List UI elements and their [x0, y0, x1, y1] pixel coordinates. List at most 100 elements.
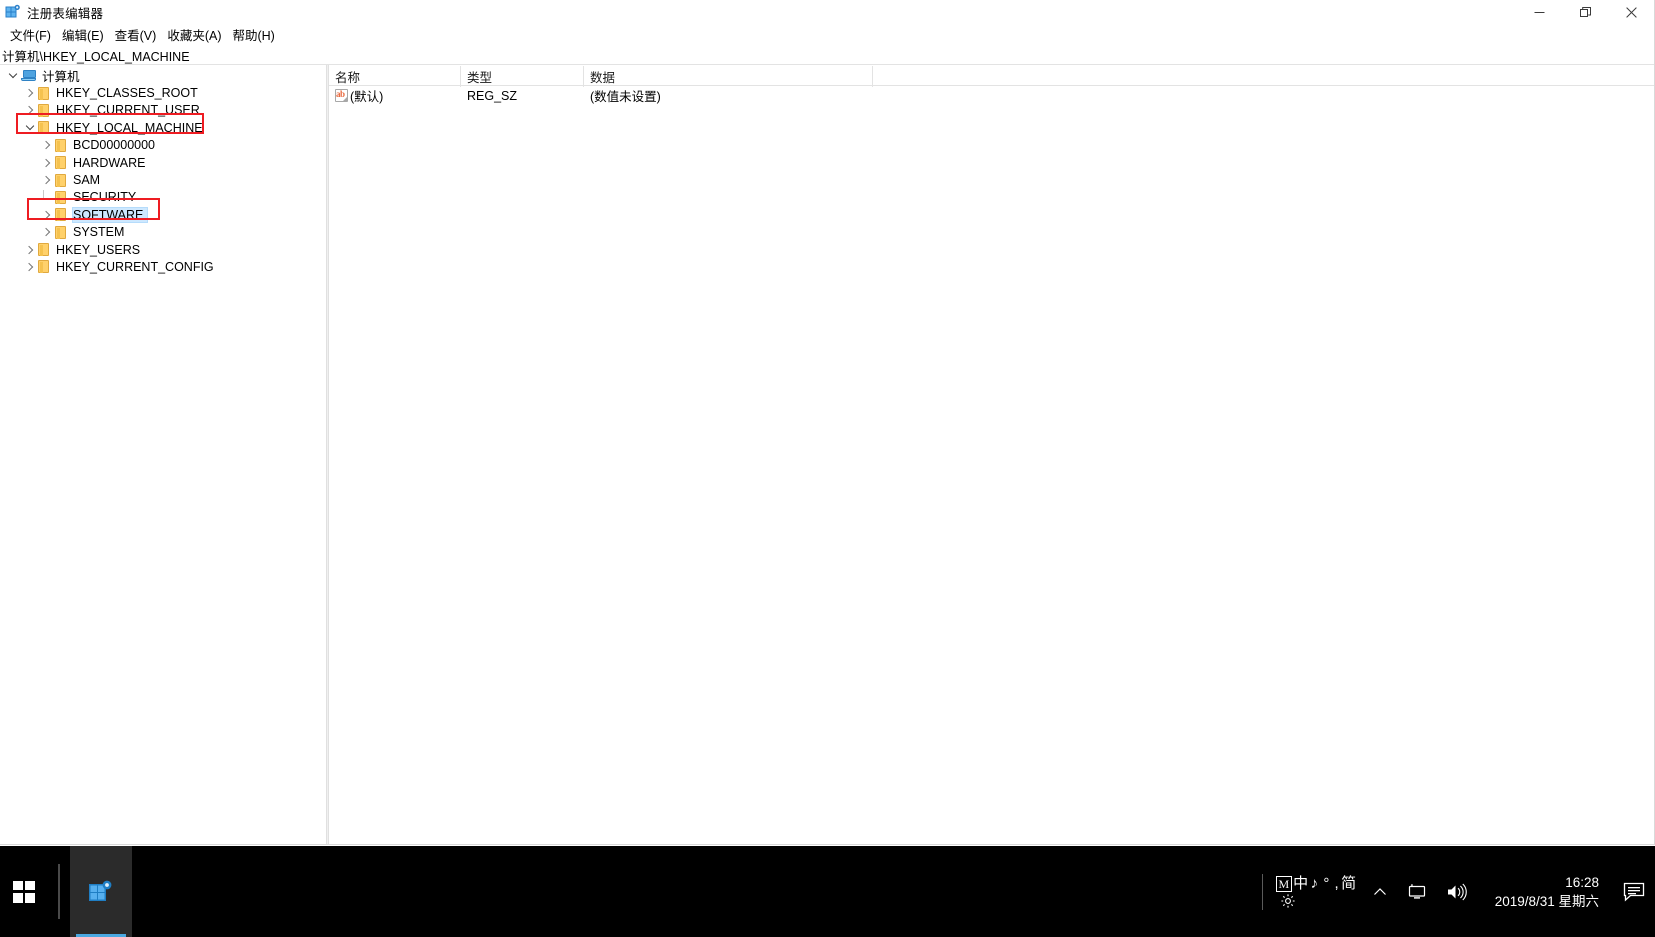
tree-item-label: HKEY_LOCAL_MACHINE: [56, 120, 203, 135]
network-icon[interactable]: [1399, 846, 1437, 937]
tree-item-hardware[interactable]: HARDWARE: [0, 154, 326, 171]
menu-favorites[interactable]: 收藏夹(A): [162, 23, 227, 47]
computer-icon: [21, 69, 37, 82]
tree-item-hkey-local-machine[interactable]: HKEY_LOCAL_MACHINE: [0, 119, 326, 136]
registry-editor-window: 注册表编辑器 文件(F) 编辑(E) 查看(V) 收藏夹(A) 帮助(H) 计算…: [0, 0, 1655, 845]
menu-bar: 文件(F) 编辑(E) 查看(V) 收藏夹(A) 帮助(H): [0, 24, 1654, 46]
column-header-data[interactable]: 数据: [584, 66, 873, 87]
registry-key-tree[interactable]: 计算机 HKEY_CLASSES_ROOT HKEY_CURRENT_USER …: [0, 65, 326, 844]
taskbar-divider: [58, 864, 60, 919]
taskbar-empty-area: [132, 846, 1253, 937]
value-name-text: (默认): [350, 90, 384, 104]
chevron-down-icon[interactable]: [5, 74, 21, 77]
volume-icon[interactable]: [1437, 846, 1477, 937]
taskbar-regedit[interactable]: [70, 846, 132, 937]
menu-view[interactable]: 查看(V): [110, 23, 163, 47]
registry-values-list[interactable]: 名称 类型 数据 ab (默认) REG_SZ (数值未设置): [329, 65, 1654, 844]
tree-item-label: HKEY_CLASSES_ROOT: [56, 86, 198, 101]
tree-item-software[interactable]: SOFTWARE: [0, 206, 326, 223]
tree-item-security[interactable]: SECURITY: [0, 189, 326, 206]
clock[interactable]: 16:28 2019/8/31 星期六: [1477, 846, 1613, 937]
gear-icon[interactable]: [1280, 893, 1296, 909]
menu-help[interactable]: 帮助(H): [227, 23, 280, 47]
value-type-cell: REG_SZ: [467, 88, 518, 103]
chevron-right-icon[interactable]: [39, 177, 55, 183]
tree-item-sam[interactable]: SAM: [0, 171, 326, 188]
clock-time: 16:28: [1565, 874, 1599, 890]
column-header-type[interactable]: 类型: [461, 66, 584, 87]
folder-icon: [55, 156, 66, 170]
chevron-right-icon[interactable]: [22, 264, 38, 270]
restore-icon[interactable]: [1562, 0, 1608, 24]
ime-indicator[interactable]: M 中 ♪ ° , 简: [1272, 846, 1361, 937]
folder-icon: [55, 173, 66, 187]
minimize-icon[interactable]: [1516, 0, 1562, 24]
tree-item-computer[interactable]: 计算机: [0, 67, 326, 84]
chevron-right-icon[interactable]: [39, 142, 55, 148]
tree-item-label: 计算机: [42, 70, 80, 85]
list-body: ab (默认) REG_SZ (数值未设置): [329, 86, 1654, 844]
taskbar: M 中 ♪ ° , 简 16:28 2019/8/31 星期六: [0, 846, 1655, 937]
regedit-icon: [88, 879, 114, 905]
address-bar[interactable]: 计算机\HKEY_LOCAL_MACHINE: [0, 46, 1654, 65]
chevron-right-icon[interactable]: [22, 247, 38, 253]
chevron-right-icon[interactable]: [22, 107, 38, 113]
window-controls: [1516, 0, 1654, 24]
chevron-down-icon[interactable]: [22, 126, 38, 129]
tree-item-system[interactable]: SYSTEM: [0, 224, 326, 241]
folder-icon: [55, 190, 66, 204]
chevron-up-icon[interactable]: [1361, 846, 1399, 937]
value-data-cell: (数值未设置): [590, 90, 661, 104]
folder-icon: [38, 260, 49, 274]
ime-language-label: 中: [1293, 874, 1309, 892]
folder-icon: [38, 121, 49, 135]
tree-item-label: SECURITY: [73, 190, 137, 205]
tree-item-hkey-users[interactable]: HKEY_USERS: [0, 241, 326, 258]
tree-item-label: SOFTWARE: [71, 206, 149, 223]
list-column-headers: 名称 类型 数据: [329, 65, 1654, 87]
folder-icon: [38, 103, 49, 117]
ime-mode-badge: M: [1275, 875, 1293, 892]
folder-icon: [55, 208, 66, 222]
window-body: 计算机 HKEY_CLASSES_ROOT HKEY_CURRENT_USER …: [0, 65, 1654, 844]
chevron-right-icon[interactable]: [39, 160, 55, 166]
folder-icon: [55, 138, 66, 152]
menu-edit[interactable]: 编辑(E): [57, 23, 110, 47]
tree-item-label: HKEY_CURRENT_USER: [56, 103, 200, 118]
chevron-right-icon[interactable]: [39, 229, 55, 235]
value-name-cell: ab (默认): [329, 86, 461, 105]
tray-divider: [1261, 873, 1263, 910]
column-header-filler: [873, 66, 1654, 87]
action-center-icon[interactable]: [1613, 846, 1655, 937]
column-header-name[interactable]: 名称: [329, 66, 461, 87]
tree-item-hkey-classes-root[interactable]: HKEY_CLASSES_ROOT: [0, 84, 326, 101]
tree-connector-icon: [39, 196, 55, 199]
ime-symbols-label: ♪ ° ,: [1310, 874, 1340, 892]
window-titlebar[interactable]: 注册表编辑器: [0, 0, 1654, 24]
tree-item-label: SAM: [73, 173, 101, 188]
address-path-text: 计算机\HKEY_LOCAL_MACHINE: [2, 49, 190, 64]
chevron-right-icon[interactable]: [22, 90, 38, 96]
tree-item-label: HARDWARE: [73, 155, 146, 170]
tree-item-label: SYSTEM: [73, 225, 125, 240]
system-tray: M 中 ♪ ° , 简 16:28 2019/8/31 星期六: [1253, 846, 1655, 937]
ime-script-label: 简: [1341, 874, 1357, 892]
folder-icon: [55, 225, 66, 239]
tree-item-bcd00000000[interactable]: BCD00000000: [0, 137, 326, 154]
tree-item-hkey-current-user[interactable]: HKEY_CURRENT_USER: [0, 102, 326, 119]
regedit-icon: [5, 4, 21, 20]
windows-start-icon[interactable]: [0, 846, 48, 937]
menu-file[interactable]: 文件(F): [5, 23, 57, 47]
tree-item-hkey-current-config[interactable]: HKEY_CURRENT_CONFIG: [0, 258, 326, 275]
folder-icon: [38, 243, 49, 257]
table-row[interactable]: ab (默认) REG_SZ (数值未设置): [329, 86, 1654, 105]
tree-item-label: HKEY_USERS: [56, 242, 141, 257]
tree-item-label: BCD00000000: [73, 138, 156, 153]
clock-date: 2019/8/31 星期六: [1494, 893, 1599, 909]
window-title: 注册表编辑器: [27, 6, 104, 21]
desktop-screen: 注册表编辑器 文件(F) 编辑(E) 查看(V) 收藏夹(A) 帮助(H) 计算…: [0, 0, 1655, 937]
folder-icon: [38, 86, 49, 100]
close-icon[interactable]: [1608, 0, 1654, 24]
chevron-right-icon[interactable]: [39, 212, 55, 218]
tree-item-label: HKEY_CURRENT_CONFIG: [56, 259, 214, 274]
